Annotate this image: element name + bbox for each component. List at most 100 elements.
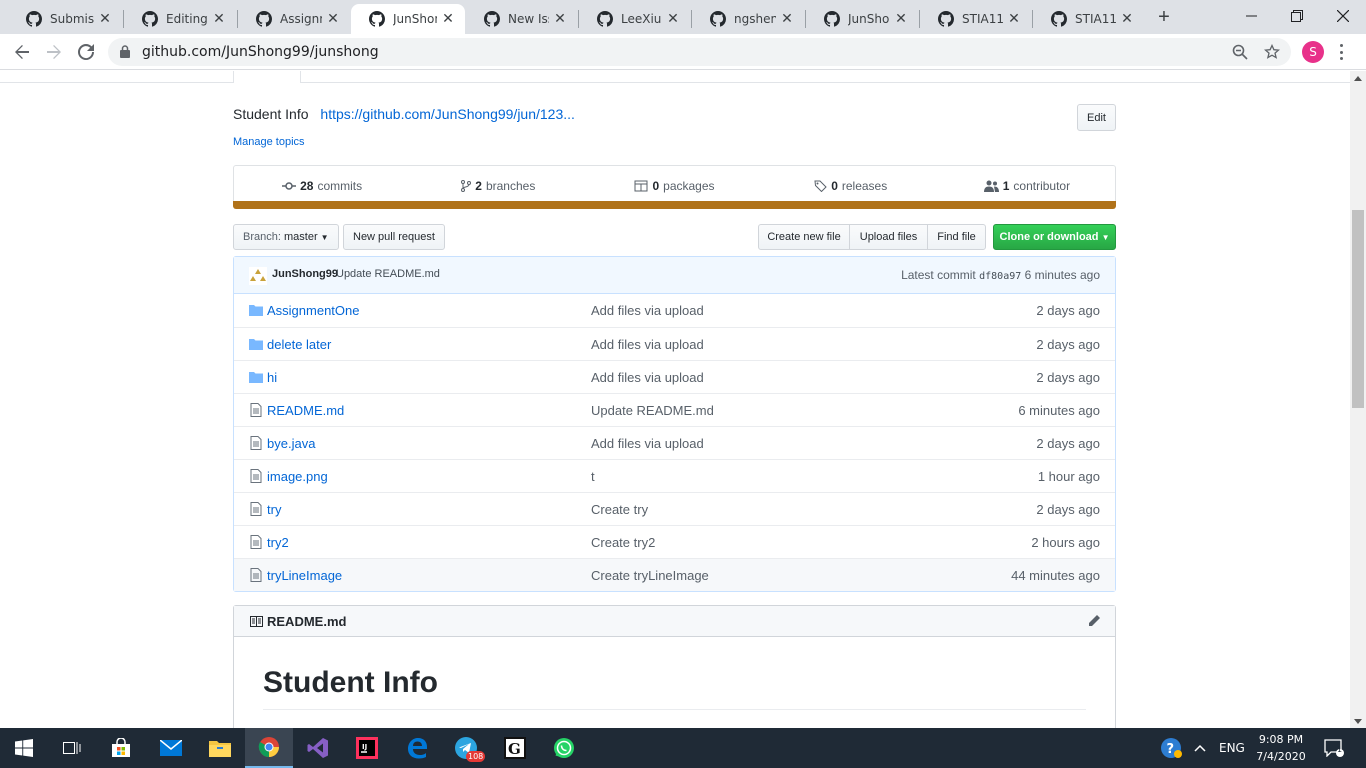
intellij-icon[interactable]: IJ bbox=[343, 728, 391, 768]
file-name[interactable]: AssignmentOne bbox=[267, 303, 360, 318]
whatsapp-icon[interactable] bbox=[540, 728, 588, 768]
file-name[interactable]: image.png bbox=[267, 469, 328, 484]
scrollbar-thumb[interactable] bbox=[1352, 210, 1364, 408]
visual-studio-icon[interactable] bbox=[294, 728, 342, 768]
tab-close-icon[interactable]: ✕ bbox=[662, 11, 684, 27]
releases-stat[interactable]: 0 releases bbox=[763, 166, 939, 205]
profile-avatar[interactable]: S bbox=[1302, 41, 1324, 63]
scroll-up-icon[interactable] bbox=[1354, 76, 1362, 81]
file-row[interactable]: AssignmentOne Add files via upload 2 day… bbox=[234, 294, 1115, 327]
file-row[interactable]: bye.java Add files via upload 2 days ago bbox=[234, 426, 1115, 459]
back-icon[interactable] bbox=[8, 39, 36, 65]
file-commit-message[interactable]: t bbox=[591, 469, 595, 484]
file-commit-message[interactable]: Add files via upload bbox=[591, 303, 704, 318]
file-row[interactable]: delete later Add files via upload 2 days… bbox=[234, 327, 1115, 360]
tab-close-icon[interactable]: ✕ bbox=[1003, 11, 1025, 27]
file-row[interactable]: try2 Create try2 2 hours ago bbox=[234, 525, 1115, 558]
file-explorer-icon[interactable] bbox=[196, 728, 244, 768]
file-commit-message[interactable]: Add files via upload bbox=[591, 337, 704, 352]
tab-close-icon[interactable]: ✕ bbox=[208, 11, 230, 27]
user-avatar[interactable] bbox=[249, 267, 267, 285]
packages-stat[interactable]: 0 packages bbox=[586, 166, 762, 205]
new-pull-request-button[interactable]: New pull request bbox=[343, 224, 445, 250]
telegram-icon[interactable]: 108 bbox=[442, 728, 490, 768]
file-row[interactable]: tryLineImage Create tryLineImage 44 minu… bbox=[234, 558, 1115, 591]
browser-tab[interactable]: Assignme ✕ bbox=[238, 4, 350, 34]
language-bar[interactable] bbox=[233, 201, 1116, 209]
minimize-icon[interactable] bbox=[1228, 0, 1274, 32]
manage-topics-link[interactable]: Manage topics bbox=[233, 136, 305, 148]
file-commit-message[interactable]: Add files via upload bbox=[591, 436, 704, 451]
scroll-down-icon[interactable] bbox=[1354, 719, 1362, 724]
file-commit-message[interactable]: Create tryLineImage bbox=[591, 568, 709, 583]
tab-close-icon[interactable]: ✕ bbox=[776, 11, 798, 27]
file-name[interactable]: hi bbox=[267, 370, 277, 385]
file-row[interactable]: try Create try 2 days ago bbox=[234, 492, 1115, 525]
browser-tab[interactable]: Editing St ✕ bbox=[124, 4, 236, 34]
url-text[interactable]: github.com/JunShong99/junshong bbox=[142, 44, 379, 60]
file-row[interactable]: hi Add files via upload 2 days ago bbox=[234, 360, 1115, 393]
file-name[interactable]: delete later bbox=[267, 337, 331, 352]
show-hidden-icons-icon[interactable] bbox=[1194, 728, 1206, 768]
file-name[interactable]: tryLineImage bbox=[267, 568, 342, 583]
commit-sha[interactable]: df80a97 bbox=[979, 271, 1021, 282]
forward-icon[interactable] bbox=[40, 39, 68, 65]
find-file-button[interactable]: Find file bbox=[927, 224, 986, 250]
edge-icon[interactable] bbox=[393, 728, 441, 768]
branches-stat[interactable]: 2 branches bbox=[410, 166, 586, 205]
tab-close-icon[interactable]: ✕ bbox=[322, 11, 344, 27]
store-icon[interactable] bbox=[97, 728, 145, 768]
file-row[interactable]: image.png t 1 hour ago bbox=[234, 459, 1115, 492]
system-clock[interactable]: 9:08 PM 7/4/2020 bbox=[1252, 731, 1310, 765]
address-bar[interactable]: github.com/JunShong99/junshong bbox=[108, 38, 1291, 66]
commit-author[interactable]: JunShong99 bbox=[272, 268, 338, 280]
input-language[interactable]: ENG bbox=[1219, 728, 1245, 768]
tab-close-icon[interactable]: ✕ bbox=[549, 11, 571, 27]
mail-icon[interactable] bbox=[147, 728, 195, 768]
browser-tab[interactable]: STIA1123 ✕ bbox=[920, 4, 1031, 34]
tab-close-icon[interactable]: ✕ bbox=[1116, 11, 1138, 27]
browser-tab[interactable]: Submissio ✕ bbox=[8, 4, 122, 34]
upload-files-button[interactable]: Upload files bbox=[849, 224, 928, 250]
help-icon[interactable]: ? bbox=[1160, 728, 1182, 768]
repo-nav-code-tab[interactable] bbox=[233, 71, 301, 83]
file-commit-message[interactable]: Update README.md bbox=[591, 403, 714, 418]
browser-tab[interactable]: STIA1123 ✕ bbox=[1033, 4, 1144, 34]
window-close-icon[interactable] bbox=[1320, 0, 1366, 32]
commit-message[interactable]: Update README.md bbox=[336, 268, 440, 280]
zoom-icon[interactable] bbox=[1232, 44, 1248, 60]
branch-select-button[interactable]: Branch: master ▼ bbox=[233, 224, 339, 250]
browser-tab[interactable]: ngshenm ✕ bbox=[692, 4, 804, 34]
browser-tab[interactable]: LeeXiuNi ✕ bbox=[579, 4, 690, 34]
grammarly-icon[interactable]: G bbox=[491, 728, 539, 768]
tab-close-icon[interactable]: ✕ bbox=[94, 11, 116, 27]
browser-tab-active[interactable]: JunShong ✕ bbox=[351, 4, 465, 34]
page-scrollbar[interactable] bbox=[1350, 71, 1366, 729]
file-name[interactable]: try2 bbox=[267, 535, 289, 550]
browser-tab[interactable]: JunShong ✕ bbox=[806, 4, 918, 34]
new-tab-icon[interactable]: + bbox=[1152, 5, 1176, 29]
browser-tab[interactable]: New Issu ✕ bbox=[466, 4, 577, 34]
tab-close-icon[interactable]: ✕ bbox=[890, 11, 912, 27]
tab-close-icon[interactable]: ✕ bbox=[437, 11, 459, 27]
task-view-icon[interactable] bbox=[48, 728, 96, 768]
pencil-icon[interactable] bbox=[1087, 614, 1101, 628]
create-new-file-button[interactable]: Create new file bbox=[758, 224, 850, 250]
chrome-menu-icon[interactable] bbox=[1336, 43, 1346, 61]
reload-icon[interactable] bbox=[72, 39, 100, 65]
commits-stat[interactable]: 28 commits bbox=[234, 166, 410, 205]
file-name[interactable]: bye.java bbox=[267, 436, 315, 451]
file-commit-message[interactable]: Create try2 bbox=[591, 535, 655, 550]
start-icon[interactable] bbox=[0, 728, 48, 768]
file-commit-message[interactable]: Add files via upload bbox=[591, 370, 704, 385]
file-row[interactable]: README.md Update README.md 6 minutes ago bbox=[234, 393, 1115, 426]
chrome-icon[interactable] bbox=[245, 728, 293, 768]
repo-homepage-link[interactable]: https://github.com/JunShong99/jun/123... bbox=[320, 106, 575, 122]
notification-center-icon[interactable]: 1 bbox=[1324, 728, 1344, 768]
file-name[interactable]: try bbox=[267, 502, 281, 517]
restore-icon[interactable] bbox=[1274, 0, 1320, 32]
file-commit-message[interactable]: Create try bbox=[591, 502, 648, 517]
bookmark-star-icon[interactable] bbox=[1264, 44, 1280, 60]
contributors-stat[interactable]: 1 contributor bbox=[939, 166, 1115, 205]
clone-or-download-button[interactable]: Clone or download ▼ bbox=[993, 224, 1116, 250]
